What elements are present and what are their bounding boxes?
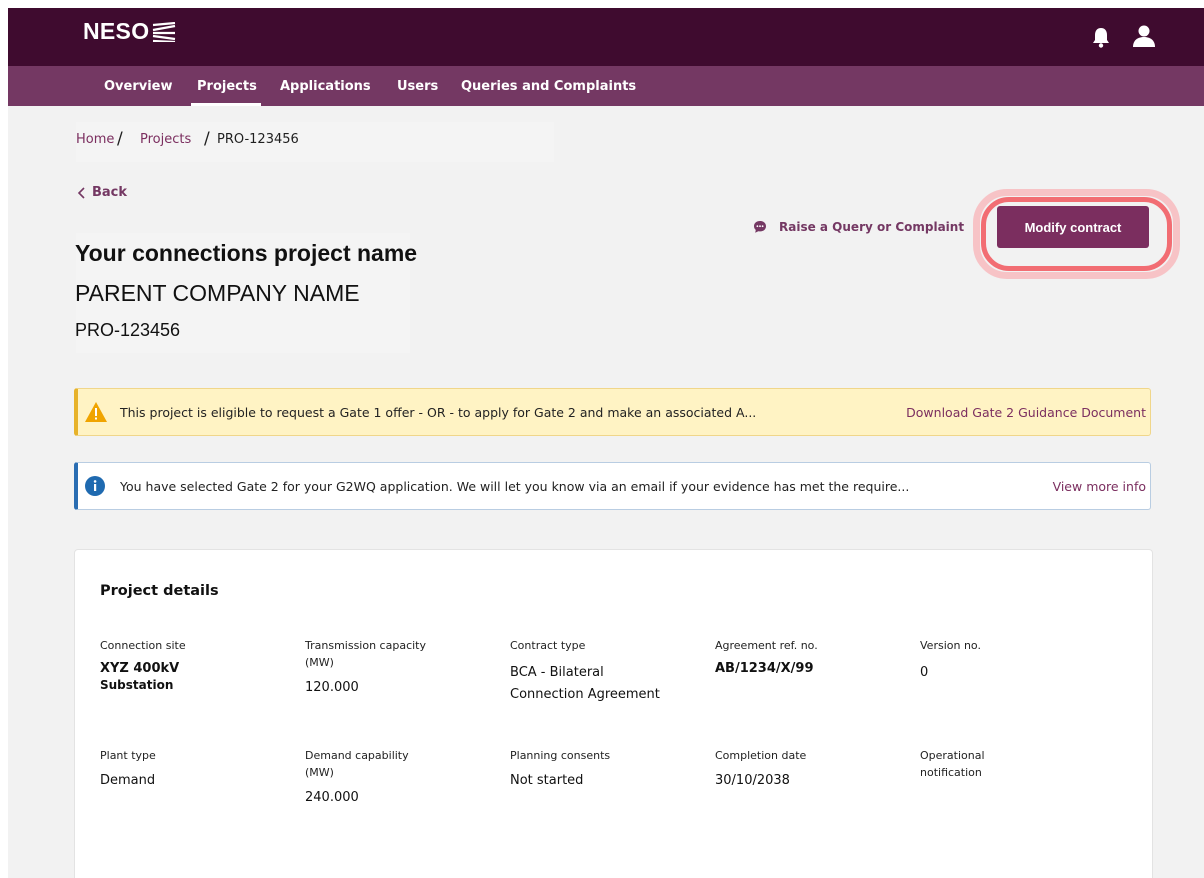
breadcrumb-separator: / [117,129,123,149]
field-label: Planning consents [510,749,611,762]
field-operational-notification: Operational notification [920,747,985,781]
project-details-card: Project details Connection site XYZ 400k… [74,549,1153,878]
modify-contract-button[interactable]: Modify contract [997,206,1149,248]
field-label: Contract type [510,639,586,652]
user-account-icon[interactable] [1132,24,1156,52]
info-icon [85,476,105,496]
main-nav: Overview Projects Applications Users Que… [8,66,1204,106]
field-label: Transmission capacity [305,639,426,652]
field-value-line: Connection Agreement [510,687,660,702]
field-version: Version no. 0 [920,637,981,684]
view-more-info-link[interactable]: View more info [1053,479,1146,494]
raise-query-link[interactable]: Raise a Query or Complaint [753,220,964,234]
field-label: Completion date [715,749,807,762]
nav-item-projects[interactable]: Projects [197,79,257,94]
project-title: Your connections project name [75,240,418,266]
back-link[interactable]: Back [76,185,127,200]
nav-item-users[interactable]: Users [397,79,438,94]
field-label: Plant type [100,749,156,762]
neso-logo[interactable]: NESO [83,18,177,45]
info-alert: You have selected Gate 2 for your G2WQ a… [74,462,1151,510]
breadcrumb-separator: / [204,129,210,149]
breadcrumb-projects[interactable]: Projects [140,132,191,147]
back-label: Back [92,185,128,200]
app-frame: NESO Overview Projects Applications User… [8,8,1204,878]
logo-mark-icon [153,21,176,42]
field-value: Not started [510,773,584,788]
field-value: AB/1234/X/99 [715,661,814,676]
field-value: BCA - Bilateral Connection Agreement [510,662,660,706]
field-label: Connection site [100,639,186,652]
field-label: Demand capability [305,749,409,762]
field-label: Operational [920,749,985,762]
field-connection-site: Connection site XYZ 400kV Substation [100,637,186,694]
breadcrumb-home[interactable]: Home [76,132,114,147]
field-value: 120.000 [305,680,359,695]
raise-query-label: Raise a Query or Complaint [779,220,965,234]
project-details-title: Project details [100,583,219,599]
field-contract-type: Contract type BCA - Bilateral Connection… [510,637,660,706]
download-guidance-link[interactable]: Download Gate 2 Guidance Document [906,405,1146,420]
field-value: XYZ 400kV Substation [100,660,186,694]
notification-bell-icon[interactable] [1091,26,1111,52]
field-label: Agreement ref. no. [715,639,818,652]
field-completion-date: Completion date 30/10/2038 [715,747,806,792]
field-label: notification [920,766,982,779]
field-value-line: Substation [100,678,174,692]
field-value: Demand [100,773,156,788]
warning-alert: This project is eligible to request a Ga… [74,388,1151,436]
logo-text: NESO [83,18,150,44]
chevron-left-icon [77,186,85,199]
field-planning-consents: Planning consents Not started [510,747,610,792]
company-name: PARENT COMPANY NAME [75,280,360,306]
field-value: 0 [920,665,929,680]
field-label: Version no. [920,639,981,652]
nav-active-indicator [191,103,261,106]
field-value: 30/10/2038 [715,773,790,788]
field-demand-capability: Demand capability (MW) 240.000 [305,747,409,809]
field-plant-type: Plant type Demand [100,747,156,792]
project-id: PRO-123456 [75,320,181,340]
field-label: (MW) [305,766,334,779]
nav-item-queries-complaints[interactable]: Queries and Complaints [461,79,636,94]
field-agreement-ref: Agreement ref. no. AB/1234/X/99 [715,637,818,677]
field-value: 240.000 [305,790,359,805]
field-transmission-capacity: Transmission capacity (MW) 120.000 [305,637,426,699]
info-message: You have selected Gate 2 for your G2WQ a… [120,479,910,494]
field-value-line: BCA - Bilateral [510,665,604,680]
warning-message: This project is eligible to request a Ga… [120,405,757,420]
chat-bubble-icon [754,221,766,233]
nav-item-overview[interactable]: Overview [104,79,173,94]
nav-item-applications[interactable]: Applications [280,79,371,94]
warning-triangle-icon [85,402,107,422]
breadcrumb-current: PRO-123456 [217,132,299,147]
field-label: (MW) [305,656,334,669]
top-bar: NESO [8,8,1204,66]
field-value-line: XYZ 400kV [100,661,180,676]
